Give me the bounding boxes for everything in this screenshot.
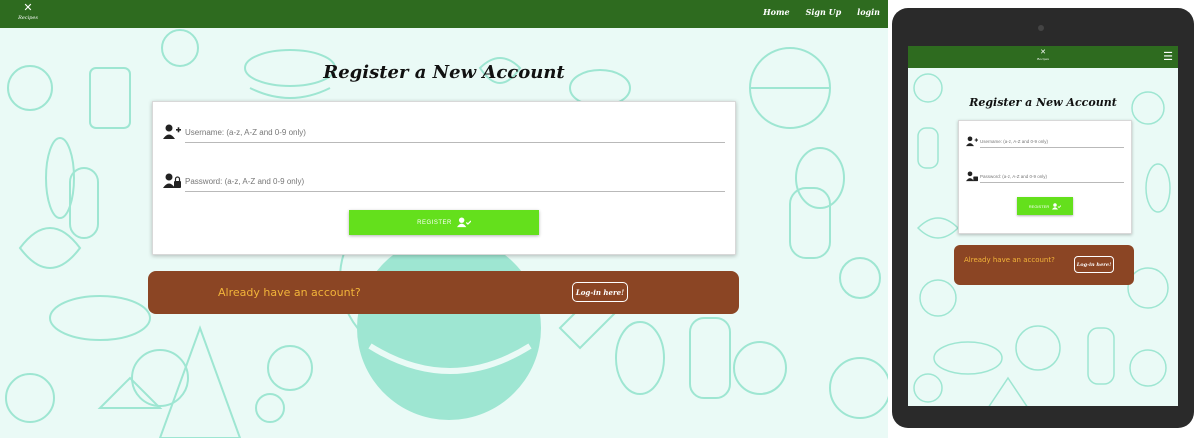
user-check-icon <box>456 217 471 228</box>
tablet-navbar: ✕ Recipes ☰ <box>908 46 1178 68</box>
nav-links: Home Sign Up login <box>763 7 880 17</box>
tablet-page-title: Register a New Account <box>969 96 1117 109</box>
username-field-row <box>163 123 725 143</box>
tablet-password-field-row <box>966 171 1124 183</box>
brand-name: Recipes <box>18 15 38 21</box>
tablet-camera <box>1038 25 1044 31</box>
fork-knife-icon: ✕ <box>23 2 33 14</box>
password-field-row <box>163 172 725 192</box>
tablet-user-check-icon <box>1052 202 1062 209</box>
tablet-login-here-button[interactable]: Log-in here! <box>1074 256 1114 273</box>
tablet-device-frame: ✕ Recipes ☰ Register a New Account Usern… <box>892 8 1194 428</box>
tablet-register-button-label: REGISTER <box>1028 203 1050 209</box>
tablet-register-form-card: REGISTER <box>958 120 1132 234</box>
brand-logo[interactable]: ✕ Recipes <box>14 2 42 26</box>
nav-login-link[interactable]: login <box>857 7 880 17</box>
navbar: ✕ Recipes Home Sign Up login <box>0 0 888 28</box>
page-title: Register a New Account <box>323 62 565 83</box>
nav-signup-link[interactable]: Sign Up <box>806 7 842 17</box>
password-input[interactable] <box>185 172 725 192</box>
tablet-login-prompt-text: Already have an account? <box>964 256 1055 264</box>
tablet-username-field-row <box>966 136 1124 148</box>
tablet-brand-name: Recipes <box>1037 57 1049 61</box>
tablet-password-input[interactable] <box>980 171 1124 183</box>
tablet-brand-logo[interactable]: ✕ Recipes <box>1034 49 1052 62</box>
tablet-login-prompt-banner: Already have an account? Log-in here! <box>954 245 1134 285</box>
recipes-logo-watermark <box>357 236 541 420</box>
desktop-view: ✕ Recipes Home Sign Up login Register a … <box>0 0 888 438</box>
register-button-label: REGISTER <box>417 219 452 226</box>
hamburger-menu-icon[interactable]: ☰ <box>1162 50 1174 64</box>
tablet-user-plus-icon <box>966 136 978 147</box>
tablet-user-lock-icon <box>966 171 978 182</box>
login-here-button[interactable]: Log-in here! <box>572 282 628 302</box>
user-lock-icon <box>163 173 181 188</box>
tablet-username-input[interactable] <box>980 136 1124 148</box>
register-button[interactable]: REGISTER <box>349 210 539 235</box>
register-form-card: REGISTER <box>152 101 736 255</box>
user-plus-icon <box>163 124 181 139</box>
login-prompt-banner: Already have an account? Log-in here! <box>148 271 739 314</box>
tablet-fork-knife-icon: ✕ <box>1040 49 1046 56</box>
tablet-screen: ✕ Recipes ☰ Register a New Account Usern… <box>908 46 1178 406</box>
username-input[interactable] <box>185 123 725 143</box>
nav-home-link[interactable]: Home <box>763 7 789 17</box>
login-prompt-text: Already have an account? <box>218 286 361 299</box>
tablet-food-doodle-background <box>913 73 1171 406</box>
tablet-register-button[interactable]: REGISTER <box>1017 197 1073 215</box>
